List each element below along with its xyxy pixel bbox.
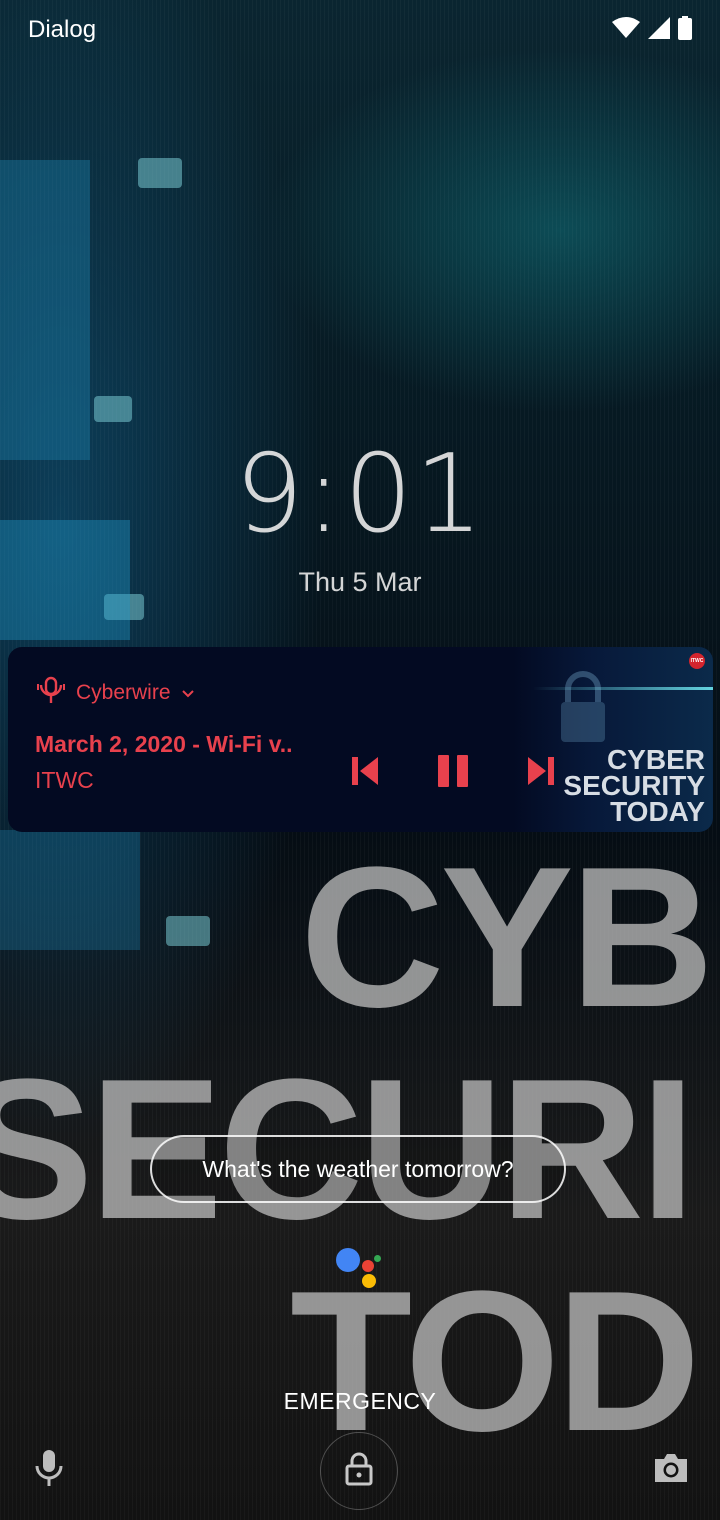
wallpaper-pixel bbox=[0, 830, 140, 950]
track-title: March 2, 2020 - Wi-Fi v.. bbox=[35, 731, 293, 757]
art-title: CYBER SECURITY TODAY bbox=[563, 746, 705, 827]
media-app-name: Cyberwire bbox=[76, 681, 171, 704]
wifi-icon bbox=[612, 17, 640, 44]
emergency-button[interactable]: EMERGENCY bbox=[0, 1388, 720, 1415]
lock-screen: CYB SECURI TOD Dialog 9:01 Thu 5 Mar ITW… bbox=[0, 0, 720, 1520]
battery-icon bbox=[678, 16, 692, 45]
camera-button[interactable] bbox=[650, 1450, 692, 1490]
suggestion-text: What's the weather tomorrow? bbox=[202, 1155, 514, 1182]
wallpaper-word: CYB bbox=[300, 826, 714, 1049]
art-padlock-icon bbox=[561, 671, 605, 742]
assistant-suggestion-chip[interactable]: What's the weather tomorrow? bbox=[150, 1135, 566, 1203]
media-app-header[interactable]: Cyberwire bbox=[36, 675, 195, 711]
microphone-icon bbox=[34, 1448, 64, 1493]
status-icons bbox=[612, 16, 692, 45]
chevron-down-icon[interactable] bbox=[181, 681, 195, 705]
assistant-dot-green bbox=[374, 1255, 381, 1262]
podcast-icon bbox=[36, 675, 66, 711]
pause-icon bbox=[436, 754, 470, 793]
album-art: ITWC CYBER SECURITY TODAY bbox=[513, 647, 713, 832]
art-line: TODAY bbox=[610, 796, 705, 827]
cellular-signal-icon bbox=[648, 17, 670, 44]
track-artist: ITWC bbox=[35, 767, 94, 793]
unlock-button[interactable] bbox=[320, 1432, 398, 1510]
clock-time: 9:01 bbox=[234, 432, 486, 557]
camera-icon bbox=[652, 1451, 690, 1490]
pause-button[interactable] bbox=[431, 751, 475, 795]
google-assistant-icon[interactable] bbox=[336, 1246, 386, 1292]
assistant-dot-blue bbox=[336, 1248, 360, 1272]
wallpaper-pixel bbox=[166, 916, 210, 946]
next-button[interactable] bbox=[519, 751, 563, 795]
previous-button[interactable] bbox=[343, 751, 387, 795]
carrier-name: Dialog bbox=[28, 16, 97, 43]
next-icon bbox=[526, 755, 556, 792]
voice-assist-button[interactable] bbox=[28, 1448, 70, 1492]
wallpaper-pixel bbox=[94, 396, 132, 422]
previous-icon bbox=[350, 755, 380, 792]
status-bar: Dialog bbox=[0, 0, 720, 60]
wallpaper-pixel bbox=[138, 158, 182, 188]
lock-icon bbox=[344, 1452, 374, 1491]
assistant-dot-yellow bbox=[362, 1274, 376, 1288]
wallpaper-pixel bbox=[0, 160, 90, 460]
clock-date: Thu 5 Mar bbox=[298, 567, 422, 597]
media-notification[interactable]: ITWC CYBER SECURITY TODAY Cyberwire Marc… bbox=[8, 647, 713, 832]
assistant-dot-red bbox=[362, 1260, 374, 1272]
art-badge: ITWC bbox=[689, 653, 705, 669]
